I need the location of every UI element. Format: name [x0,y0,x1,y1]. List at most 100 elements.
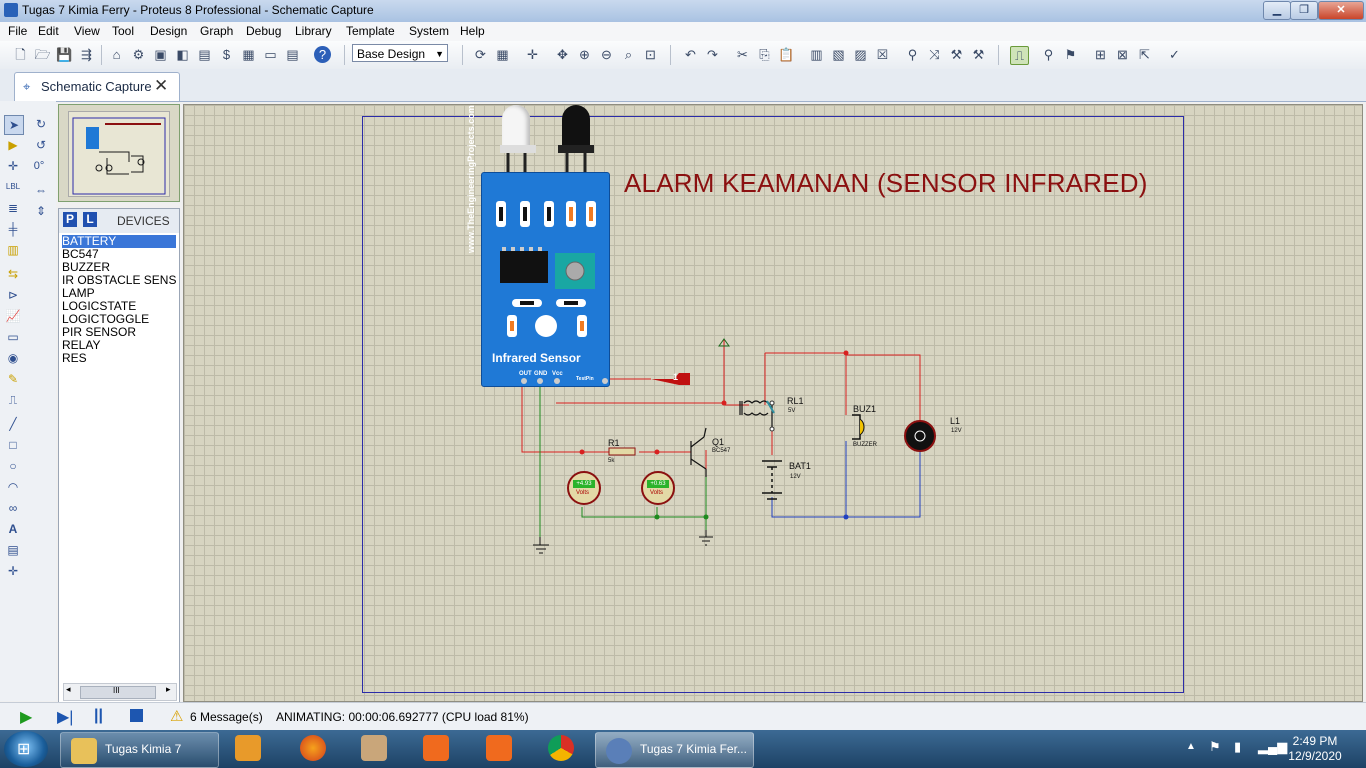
resistor-ref[interactable]: R1 [608,438,620,448]
new-sheet-icon[interactable]: ⊞ [1092,46,1109,63]
cut-icon[interactable]: ✂ [734,46,751,63]
device-item[interactable]: IR OBSTACLE SENSOR [62,274,176,287]
selection-mode-icon[interactable]: ➤ [4,115,24,135]
grid-icon[interactable]: ▦ [494,46,511,63]
message-count[interactable]: 6 Message(s) [190,710,263,724]
home-icon[interactable]: ⌂ [108,46,125,63]
battery-icon[interactable]: ▮ [1234,739,1241,755]
step-icon[interactable]: ▶| [57,707,73,727]
close-button[interactable]: ✕ [1318,1,1364,20]
virtual-instruments-icon[interactable]: ⎍ [4,391,22,409]
paint-icon[interactable] [361,735,387,761]
device-item[interactable]: PIR SENSOR [62,326,176,339]
property-assign-icon[interactable]: ⚑ [1062,46,1079,63]
menu-graph[interactable]: Graph [200,24,233,38]
show-hidden-icons[interactable]: ▲ [1186,741,1196,752]
ir-obstacle-sensor[interactable]: www.TheEngineeringProjects.com Infrared … [466,105,610,387]
pcb-icon[interactable]: ▣ [152,46,169,63]
circle-icon[interactable]: ○ [4,457,22,475]
app-orange-icon[interactable] [423,735,449,761]
menu-edit[interactable]: Edit [38,24,59,38]
device-item[interactable]: BUZZER [62,261,176,274]
zoom-out-icon[interactable]: ⊖ [598,46,615,63]
make-device-icon[interactable]: ⤨ [926,46,943,63]
menu-debug[interactable]: Debug [246,24,281,38]
system-clock[interactable]: 2:49 PM 12/9/2020 [1285,734,1345,764]
device-pins-icon[interactable]: ⊳ [4,286,22,304]
taskbar-explorer[interactable]: Tugas Kimia 7 [60,732,219,768]
help-icon[interactable]: ? [314,46,331,63]
voltage-probe-icon[interactable]: ✎ [4,370,22,388]
refresh-icon[interactable]: ⟳ [472,46,489,63]
tab-schematic-capture[interactable]: ⌖ Schematic Capture ✕ [14,72,180,101]
menu-design[interactable]: Design [150,24,187,38]
design-explorer-icon[interactable]: ▭ [262,46,279,63]
relay-ref[interactable]: RL1 [787,396,804,406]
schematic-canvas[interactable]: ALARM KEAMANAN (SENSOR INFRARED) www.The… [183,104,1363,702]
rotation-angle[interactable]: 0° [30,157,48,175]
camera-app-icon[interactable] [486,735,512,761]
menu-view[interactable]: View [74,24,100,38]
taskbar-proteus[interactable]: Tugas 7 Kimia Fer... [595,732,754,768]
subcircuit-icon[interactable]: ▥ [4,241,22,259]
import-icon[interactable]: ⇶ [78,46,95,63]
bom-icon[interactable]: $ [218,46,235,63]
network-icon[interactable]: ▂▄▆ [1258,739,1287,755]
source-code-icon[interactable]: ▦ [240,46,257,63]
buzzer-ref[interactable]: BUZ1 [853,404,876,414]
play-icon[interactable]: ▶ [20,707,32,727]
origin-icon[interactable]: ✛ [524,46,541,63]
package-tool-icon[interactable]: ⚒ [948,46,965,63]
scroll-left-icon[interactable]: ◂ [66,684,71,695]
path-icon[interactable]: ∞ [4,499,22,517]
device-item[interactable]: RES [62,352,176,365]
redo-icon[interactable]: ↷ [704,46,721,63]
block-copy-icon[interactable]: ▥ [808,46,825,63]
stop-icon[interactable] [130,709,143,722]
arc-icon[interactable]: ◠ [4,478,22,496]
mirror-vertical-icon[interactable]: ⇕ [32,202,50,220]
start-button[interactable]: ⊞ [4,731,48,767]
buses-icon[interactable]: ╪ [4,220,22,238]
rotate-anticlockwise-icon[interactable]: ↺ [32,136,50,154]
text-script-icon[interactable]: ≣ [4,199,22,217]
electrical-rule-check-icon[interactable]: ✓ [1166,46,1183,63]
device-item[interactable]: LAMP [62,287,176,300]
line-icon[interactable]: ╱ [4,415,22,433]
overview-window[interactable] [58,104,180,202]
voltmeter-1[interactable]: +4.93 Volts [567,471,601,505]
wire-autorouter-icon[interactable]: ⎍ [1010,46,1029,65]
mirror-horizontal-icon[interactable]: ⇔ [32,181,50,199]
design-variant-select[interactable]: Base Design ▼ [352,44,448,62]
zoom-all-icon[interactable]: ⌕ [620,46,637,63]
logic-probe-value[interactable]: 1 [673,372,678,382]
minimize-button[interactable]: ▁ [1263,1,1291,20]
device-item[interactable]: BC547 [62,248,176,261]
decompose-icon[interactable]: ⚒ [970,46,987,63]
block-delete-icon[interactable]: ☒ [874,46,891,63]
menu-file[interactable]: File [8,24,27,38]
menu-tool[interactable]: Tool [112,24,134,38]
notes-icon[interactable]: ▤ [284,46,301,63]
media-player-icon[interactable] [235,735,261,761]
text-icon[interactable]: A [4,520,22,538]
component-mode-icon[interactable]: ▶ [4,136,22,154]
scroll-right-icon[interactable]: ▸ [166,684,171,695]
warning-icon[interactable]: ⚠ [170,707,183,725]
schematic-icon[interactable]: ⚙ [130,46,147,63]
copy-icon[interactable]: ⎘ [756,46,773,63]
menu-help[interactable]: Help [460,24,485,38]
generator-icon[interactable]: ◉ [4,349,22,367]
3d-icon[interactable]: ▤ [196,46,213,63]
pause-icon[interactable]: || [94,707,103,725]
firefox-icon[interactable] [300,735,326,761]
menu-system[interactable]: System [409,24,449,38]
graph-icon[interactable]: 📈 [4,307,22,325]
library-manager-button[interactable]: L [83,212,97,227]
device-item[interactable]: LOGICTOGGLE [62,313,176,326]
pan-icon[interactable]: ✥ [554,46,571,63]
device-item[interactable]: BATTERY [62,235,176,248]
search-icon[interactable]: ⚲ [1040,46,1057,63]
exit-to-parent-icon[interactable]: ⇱ [1136,46,1153,63]
voltmeter-2[interactable]: +0.63 Volts [641,471,675,505]
